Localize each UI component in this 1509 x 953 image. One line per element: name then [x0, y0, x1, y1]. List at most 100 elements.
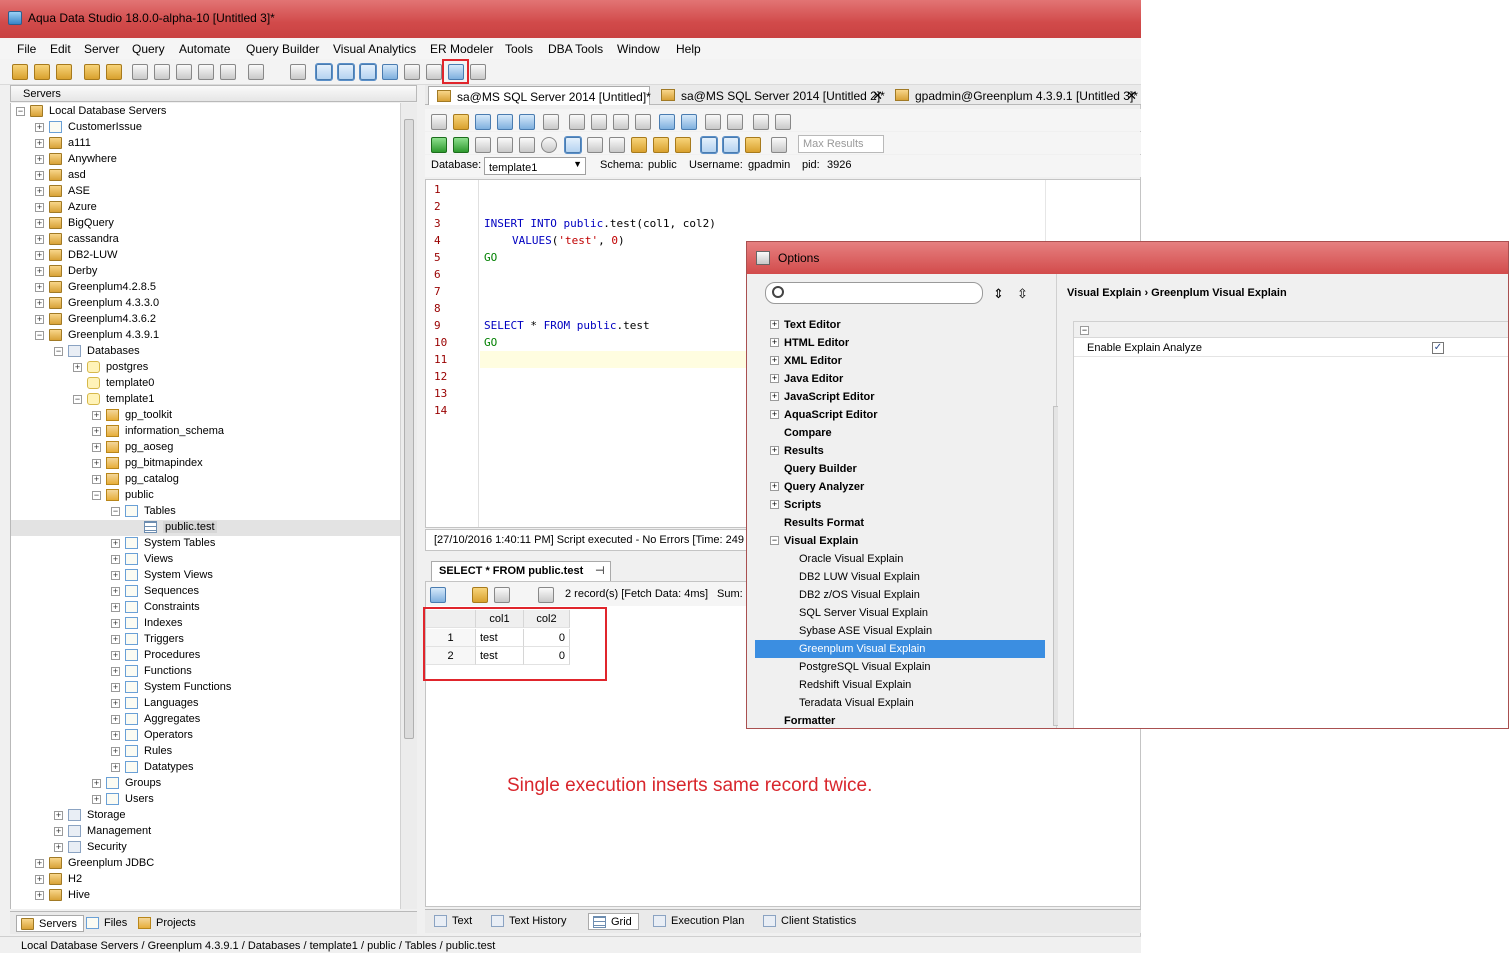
tree-node[interactable]: − Databases: [11, 344, 400, 360]
tree-node[interactable]: + Security: [11, 840, 400, 856]
font-size-down-icon[interactable]: [775, 114, 791, 130]
tree-node[interactable]: + Languages: [11, 696, 400, 712]
tab-client-statistics[interactable]: Client Statistics: [759, 913, 862, 930]
expand-toggle-icon[interactable]: +: [770, 446, 779, 455]
tree-node[interactable]: + Greenplum JDBC: [11, 856, 400, 872]
monitor-icon[interactable]: [220, 64, 236, 80]
tree-node[interactable]: + Storage: [11, 808, 400, 824]
tab-text[interactable]: Text: [430, 913, 478, 930]
menu-file[interactable]: File: [17, 42, 36, 56]
tree-node[interactable]: + Users: [11, 792, 400, 808]
menu-help[interactable]: Help: [676, 42, 701, 56]
execute-current-icon[interactable]: [475, 137, 491, 153]
save-all-icon[interactable]: [519, 114, 535, 130]
tree-node[interactable]: + Hive: [11, 888, 400, 904]
tree-node[interactable]: + Greenplum4.2.8.5: [11, 280, 400, 296]
tree-node[interactable]: public.test: [11, 520, 400, 536]
server-tool-icon[interactable]: [84, 64, 100, 80]
tree-node[interactable]: + System Views: [11, 568, 400, 584]
find-icon[interactable]: [705, 114, 721, 130]
expand-toggle-icon[interactable]: +: [111, 555, 120, 564]
tree-node[interactable]: + information_schema: [11, 424, 400, 440]
select-icon[interactable]: [569, 114, 585, 130]
results-tab[interactable]: SELECT * FROM public.test ⊣: [431, 561, 611, 581]
tree-scrollbar[interactable]: [400, 103, 417, 909]
options-subcategory[interactable]: Redshift Visual Explain: [755, 676, 1045, 694]
expand-toggle-icon[interactable]: +: [770, 320, 779, 329]
editor-tab-1[interactable]: sa@MS SQL Server 2014 [Untitled]*: [428, 86, 651, 105]
options-subcategory[interactable]: Oracle Visual Explain: [755, 550, 1045, 568]
query-analyzer-icon[interactable]: [154, 64, 170, 80]
menu-query[interactable]: Query: [132, 42, 165, 56]
expand-toggle-icon[interactable]: +: [92, 475, 101, 484]
tree-node[interactable]: + Views: [11, 552, 400, 568]
tree-node[interactable]: + pg_bitmapindex: [11, 456, 400, 472]
expand-toggle-icon[interactable]: +: [111, 587, 120, 596]
tree-node[interactable]: + Azure: [11, 200, 400, 216]
collapse-icon[interactable]: −: [1080, 326, 1089, 335]
tree-node[interactable]: + DB2-LUW: [11, 248, 400, 264]
expand-toggle-icon[interactable]: +: [111, 603, 120, 612]
expand-toggle-icon[interactable]: +: [111, 651, 120, 660]
paste-icon[interactable]: [635, 114, 651, 130]
commit-icon[interactable]: [587, 137, 603, 153]
options-category[interactable]: + Scripts: [755, 496, 1045, 514]
tree-node[interactable]: + Derby: [11, 264, 400, 280]
chart-results-icon[interactable]: [430, 587, 446, 603]
print-icon[interactable]: [543, 114, 559, 130]
options-category[interactable]: + Text Editor: [755, 316, 1045, 334]
menu-edit[interactable]: Edit: [50, 42, 71, 56]
tab-projects[interactable]: Projects: [134, 915, 202, 932]
menu-tools[interactable]: Tools: [505, 42, 533, 56]
expand-toggle-icon[interactable]: +: [92, 779, 101, 788]
history-icon[interactable]: [290, 64, 306, 80]
options-category[interactable]: Query Builder: [755, 460, 1045, 478]
expand-toggle-icon[interactable]: +: [54, 843, 63, 852]
expand-toggle-icon[interactable]: +: [770, 410, 779, 419]
execute-all-icon[interactable]: [431, 137, 447, 153]
options-icon[interactable]: [771, 137, 787, 153]
excel-icon[interactable]: [494, 587, 510, 603]
results-layout-2-icon[interactable]: [722, 136, 740, 154]
cut-icon[interactable]: [591, 114, 607, 130]
options-subcategory[interactable]: Sybase ASE Visual Explain: [755, 622, 1045, 640]
menu-er-modeler[interactable]: ER Modeler: [430, 42, 493, 56]
auto-commit-icon[interactable]: [564, 136, 582, 154]
print-results-icon[interactable]: [538, 587, 554, 603]
connect-server-icon[interactable]: [56, 64, 72, 80]
expand-toggle-icon[interactable]: +: [35, 315, 44, 324]
results-layout-3-icon[interactable]: [745, 137, 761, 153]
options-category[interactable]: + Query Analyzer: [755, 478, 1045, 496]
tree-node[interactable]: + Aggregates: [11, 712, 400, 728]
tree-node[interactable]: template0: [11, 376, 400, 392]
expand-toggle-icon[interactable]: +: [35, 891, 44, 900]
disconnect-icon[interactable]: [653, 137, 669, 153]
layout-3-icon[interactable]: [359, 63, 377, 81]
tab-text-history[interactable]: Text History: [487, 913, 572, 930]
expand-toggle-icon[interactable]: +: [770, 374, 779, 383]
options-category[interactable]: + AquaScript Editor: [755, 406, 1045, 424]
options-subcategory[interactable]: Greenplum Visual Explain: [755, 640, 1045, 658]
expand-toggle-icon[interactable]: +: [35, 859, 44, 868]
expand-toggle-icon[interactable]: +: [92, 443, 101, 452]
layout-1-icon[interactable]: [315, 63, 333, 81]
expand-toggle-icon[interactable]: +: [111, 715, 120, 724]
tool-icon[interactable]: [675, 137, 691, 153]
expand-toggle-icon[interactable]: +: [92, 795, 101, 804]
options-category[interactable]: Results Format: [755, 514, 1045, 532]
results-layout-1-icon[interactable]: [700, 136, 718, 154]
options-category[interactable]: + Java Editor: [755, 370, 1045, 388]
redo-icon[interactable]: [681, 114, 697, 130]
rollback-icon[interactable]: [609, 137, 625, 153]
options-category[interactable]: + HTML Editor: [755, 334, 1045, 352]
expand-toggle-icon[interactable]: +: [35, 251, 44, 260]
tree-node[interactable]: + Sequences: [11, 584, 400, 600]
execute-icon[interactable]: [453, 137, 469, 153]
tree-node[interactable]: + System Functions: [11, 680, 400, 696]
menu-visual-analytics[interactable]: Visual Analytics: [333, 42, 416, 56]
close-icon[interactable]: ✕: [872, 88, 883, 104]
menu-automate[interactable]: Automate: [179, 42, 230, 56]
connect-icon[interactable]: [631, 137, 647, 153]
expand-toggle-icon[interactable]: +: [73, 363, 82, 372]
grid-icon[interactable]: [404, 64, 420, 80]
